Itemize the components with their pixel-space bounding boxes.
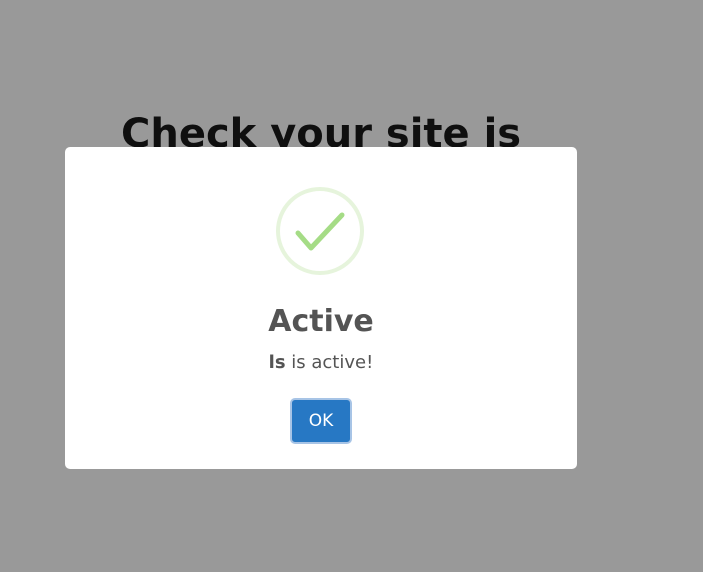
ok-button[interactable]: OK: [290, 398, 352, 444]
success-dialog: Active ls is active! OK: [65, 147, 577, 469]
dialog-message-text: is active!: [285, 352, 374, 373]
dialog-title: Active: [268, 304, 374, 339]
success-check-icon: [276, 187, 364, 275]
site-name: ls: [268, 352, 286, 373]
dialog-message: ls is active!: [65, 351, 577, 375]
